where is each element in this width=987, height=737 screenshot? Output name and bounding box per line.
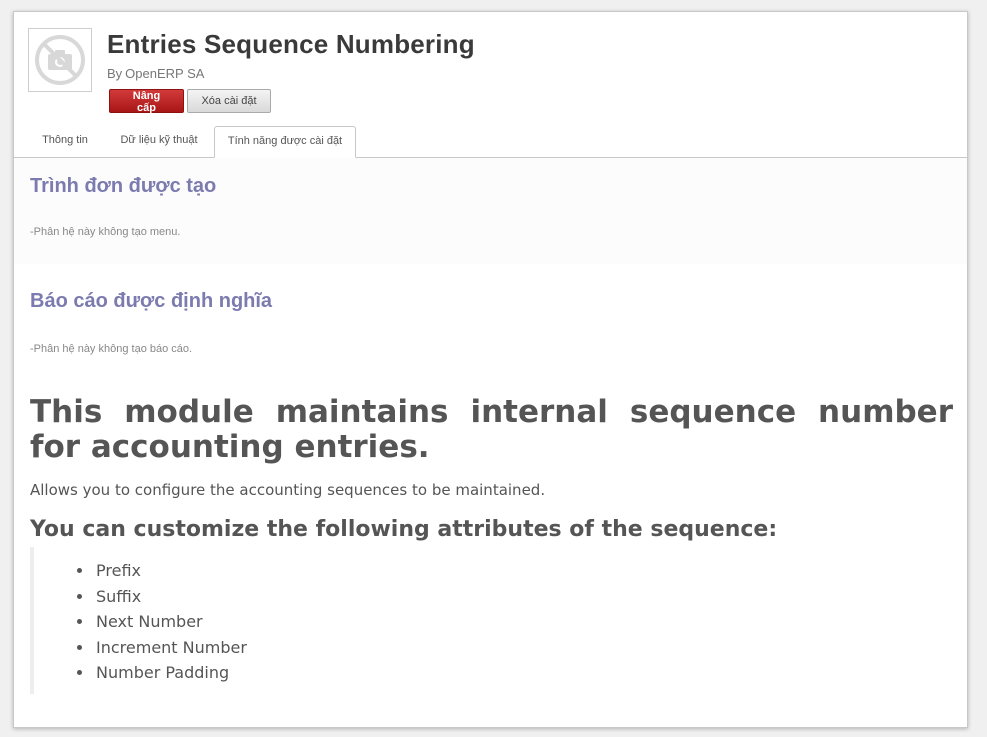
- menus-section-title: Trình đơn được tạo: [30, 175, 217, 197]
- author-prefix: By: [107, 66, 123, 81]
- camera-off-icon: [28, 28, 92, 92]
- description-subheading: You can customize the following attribut…: [30, 517, 778, 542]
- list-item: Increment Number: [94, 635, 953, 661]
- list-item: Number Padding: [94, 660, 953, 686]
- tab-information[interactable]: Thông tin: [30, 126, 100, 157]
- tab-installed-features[interactable]: Tính năng được cài đặt: [214, 126, 356, 158]
- module-tabs: Thông tin Dữ liệu kỹ thuật Tính năng đượ…: [14, 126, 967, 158]
- list-item: Next Number: [94, 609, 953, 635]
- menus-section: Trình đơn được tạo -Phân hệ này không tạ…: [14, 158, 967, 264]
- module-title: Entries Sequence Numbering: [107, 29, 475, 59]
- description-heading: This module maintains internal sequence …: [30, 394, 953, 465]
- module-form-sheet: Entries Sequence Numbering By OpenERP SA …: [13, 11, 968, 728]
- author-name: OpenERP SA: [125, 66, 205, 81]
- reports-section-title: Báo cáo được định nghĩa: [30, 290, 273, 312]
- list-item: Prefix: [94, 558, 953, 584]
- list-item: Suffix: [94, 584, 953, 610]
- menus-section-note: -Phân hệ này không tạo menu.: [30, 226, 181, 238]
- module-header: Entries Sequence Numbering By OpenERP SA …: [14, 12, 967, 158]
- reports-section-note: -Phân hệ này không tạo báo cáo.: [30, 343, 193, 355]
- description-text: Allows you to configure the accounting s…: [30, 481, 546, 499]
- module-author: By OpenERP SA: [107, 66, 204, 81]
- tab-technical-data[interactable]: Dữ liệu kỹ thuật: [108, 126, 210, 157]
- attributes-blockquote: Prefix Suffix Next Number Increment Numb…: [30, 547, 953, 694]
- uninstall-button[interactable]: Xóa cài đặt: [187, 89, 271, 113]
- upgrade-button[interactable]: Nâng cấp: [109, 89, 184, 114]
- attributes-list: Prefix Suffix Next Number Increment Numb…: [34, 547, 953, 686]
